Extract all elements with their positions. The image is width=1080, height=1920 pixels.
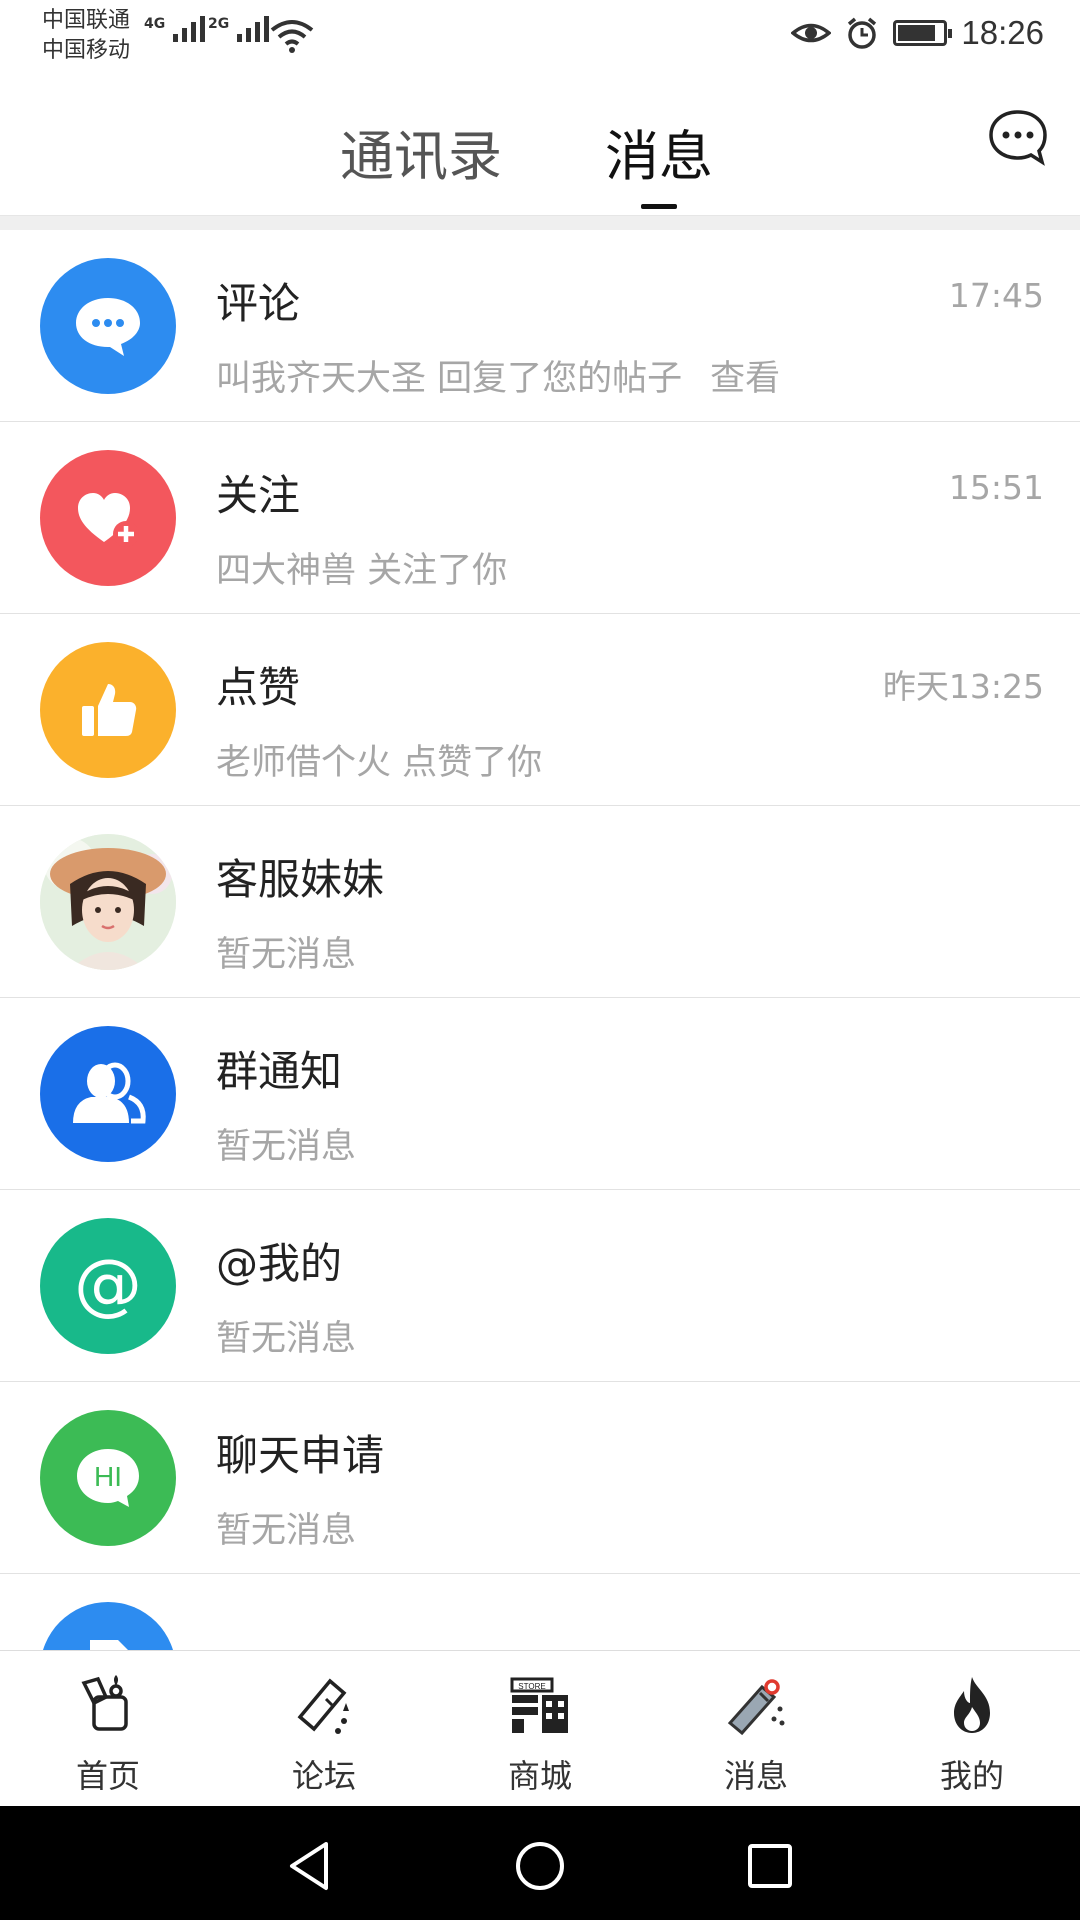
message-item-follows[interactable]: 关注 15:51 四大神兽 关注了你 [0, 422, 1080, 614]
nav-label: 论坛 [291, 1757, 356, 1795]
message-item-comments[interactable]: 评论 17:45 叫我齐天大圣 回复了您的帖子 查看 [0, 230, 1080, 422]
separator-strip [0, 216, 1080, 230]
message-item-partial[interactable] [0, 1574, 1080, 1650]
hi-bubble-icon: HI [40, 1410, 176, 1546]
home-circle-icon[interactable] [512, 1838, 568, 1894]
status-time: 18:26 [961, 14, 1044, 51]
heart-plus-icon [40, 450, 176, 586]
home-lighter-icon [81, 1675, 128, 1731]
message-title: 群通知 [216, 1047, 343, 1096]
tab-messages[interactable]: 消息 [605, 112, 713, 191]
status-bar: 中国联通 中国移动 4G 2G 18:26 [0, 0, 1080, 76]
battery-icon [893, 20, 953, 46]
eye-icon [791, 23, 832, 43]
bottom-nav: 首页 论坛 STORE 商城 消息 我的 [0, 1650, 1080, 1806]
svg-text:HI: HI [94, 1461, 122, 1492]
store-icon: STORE [510, 1677, 568, 1733]
message-item-likes[interactable]: 点赞 昨天13:25 老师借个火 点赞了你 [0, 614, 1080, 806]
nav-label: 商城 [507, 1757, 572, 1795]
top-header: 通讯录 消息 [0, 76, 1080, 216]
wifi-icon [270, 20, 314, 53]
message-title: @我的 [216, 1239, 343, 1288]
message-title: 客服妹妹 [216, 855, 385, 904]
alarm-icon [848, 17, 877, 49]
carrier-info: 中国联通 中国移动 [42, 6, 130, 66]
tab-contacts[interactable]: 通讯录 [340, 112, 502, 191]
chat-bubble-icon[interactable] [986, 106, 1050, 170]
recents-square-icon[interactable] [742, 1838, 798, 1894]
nav-forum[interactable]: 论坛 [216, 1651, 432, 1806]
group-users-icon [40, 1026, 176, 1162]
message-title: 评论 [216, 279, 301, 328]
nav-messages[interactable]: 消息 [648, 1651, 864, 1806]
message-preview: 老师借个火 点赞了你 [216, 743, 543, 783]
view-link[interactable]: 查看 [710, 359, 780, 399]
comment-bubble-icon [40, 258, 176, 394]
document-icon [40, 1602, 176, 1650]
carrier-2: 中国移动 [42, 38, 131, 63]
carrier-1: 中国联通 [42, 8, 131, 33]
nav-profile[interactable]: 我的 [864, 1651, 1080, 1806]
signal-2g-icon: 2G [208, 16, 270, 42]
at-sign-icon: @ [40, 1218, 176, 1354]
svg-text:@: @ [74, 1245, 142, 1324]
message-item-support[interactable]: 客服妹妹 暂无消息 [0, 806, 1080, 998]
support-avatar-photo [40, 834, 176, 970]
message-item-group-notice[interactable]: 群通知 暂无消息 [0, 998, 1080, 1190]
nav-label: 首页 [75, 1757, 140, 1795]
message-preview: 暂无消息 [216, 935, 357, 975]
nav-label: 我的 [939, 1757, 1004, 1795]
thumbs-up-icon [40, 642, 176, 778]
nav-label: 消息 [723, 1757, 788, 1795]
message-preview: 暂无消息 [216, 1511, 357, 1551]
message-item-chat-requests[interactable]: HI 聊天申请 暂无消息 [0, 1382, 1080, 1574]
message-preview: 暂无消息 [216, 1319, 357, 1359]
message-preview: 四大神兽 关注了你 [216, 551, 508, 591]
nav-store[interactable]: STORE 商城 [432, 1651, 648, 1806]
message-list: 评论 17:45 叫我齐天大圣 回复了您的帖子 查看 关注 15:51 四大神兽 … [0, 230, 1080, 1650]
message-title: 关注 [216, 471, 301, 520]
signal-4g-icon: 4G [144, 16, 206, 42]
message-preview: 叫我齐天大圣 回复了您的帖子 查看 [216, 359, 781, 399]
svg-text:STORE: STORE [518, 1682, 545, 1691]
forum-lighter-icon [297, 1678, 349, 1734]
message-item-mentions[interactable]: @ @我的 暂无消息 [0, 1190, 1080, 1382]
active-tab-indicator [641, 204, 677, 209]
message-preview: 暂无消息 [216, 1127, 357, 1167]
system-nav-bar [0, 1806, 1080, 1920]
message-time: 15:51 [948, 468, 1044, 507]
back-icon[interactable] [282, 1838, 338, 1894]
nav-home[interactable]: 首页 [0, 1651, 216, 1806]
message-time: 17:45 [948, 276, 1044, 315]
flame-icon [954, 1677, 990, 1733]
message-time: 昨天13:25 [882, 667, 1044, 706]
message-lighter-icon [727, 1679, 785, 1736]
message-title: 聊天申请 [216, 1431, 385, 1480]
message-title: 点赞 [216, 663, 301, 712]
